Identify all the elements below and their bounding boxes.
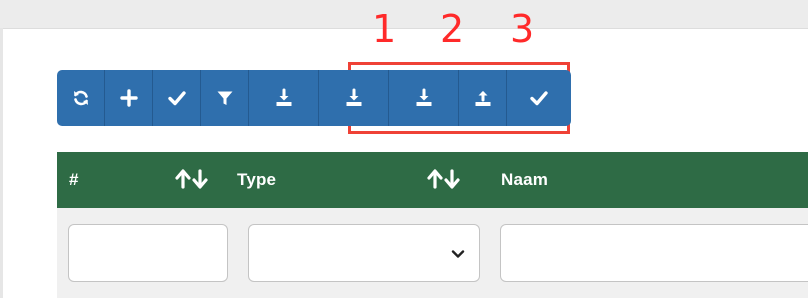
chevron-down-icon [451, 250, 465, 258]
download-icon [276, 88, 291, 106]
arrow-down-icon [444, 169, 460, 189]
divider [0, 28, 808, 29]
type-filter-select[interactable] [248, 224, 480, 282]
annotation-number-1: 1 [372, 7, 397, 51]
toolbar [57, 70, 571, 126]
add-button[interactable] [105, 70, 153, 126]
number-filter-input[interactable] [68, 224, 228, 282]
filter-row [57, 208, 808, 298]
upload-button[interactable] [459, 70, 507, 126]
arrow-down-icon [192, 169, 208, 189]
upload-icon [475, 91, 490, 106]
sort-toggle-type[interactable] [427, 169, 460, 189]
confirm-button[interactable] [153, 70, 201, 126]
sort-toggle-number[interactable] [175, 169, 208, 189]
download-button-1[interactable] [249, 70, 319, 126]
filter-button[interactable] [201, 70, 249, 126]
name-filter-input[interactable] [500, 224, 808, 282]
filter-icon [217, 91, 232, 105]
refresh-icon [73, 90, 88, 106]
arrow-up-icon [175, 169, 191, 189]
download-button-3[interactable] [389, 70, 459, 126]
refresh-button[interactable] [57, 70, 105, 126]
annotation-number-3: 3 [510, 7, 535, 51]
annotation-number-2: 2 [440, 7, 465, 51]
column-header-number[interactable]: # [69, 170, 79, 190]
check-icon [530, 91, 548, 106]
download-icon [416, 88, 431, 106]
check-icon [167, 91, 186, 106]
download-icon [346, 88, 361, 106]
column-header-type[interactable]: Type [237, 170, 276, 190]
plus-icon [119, 89, 138, 107]
confirm-button-2[interactable] [507, 70, 571, 126]
table-header: # Type Naam [57, 152, 808, 208]
download-button-2[interactable] [319, 70, 389, 126]
arrow-up-icon [427, 169, 443, 189]
column-header-name[interactable]: Naam [501, 170, 548, 190]
left-border [0, 28, 3, 298]
